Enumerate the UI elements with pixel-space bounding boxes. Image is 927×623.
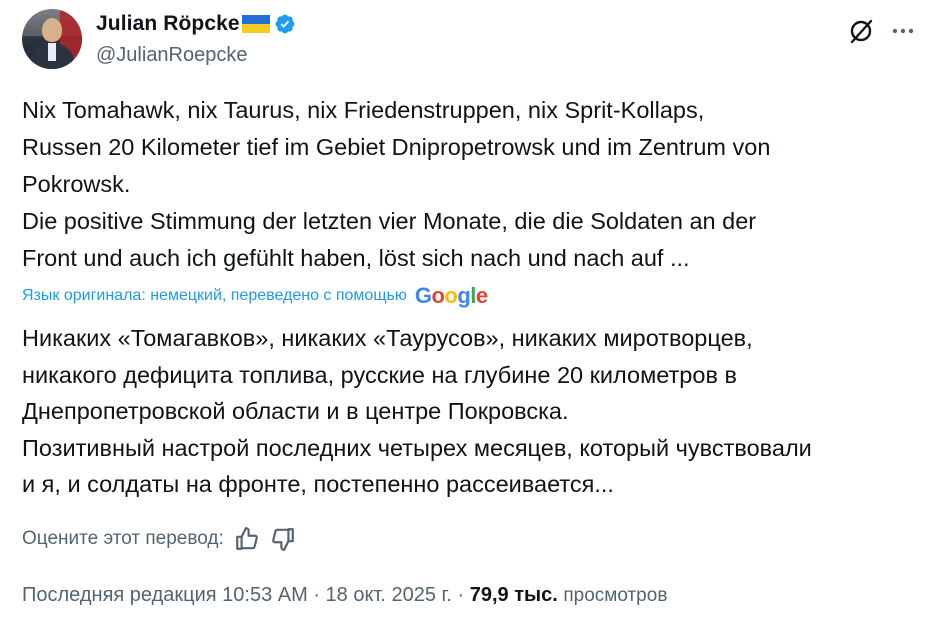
thumbs-down-icon[interactable] — [270, 526, 296, 552]
more-icon[interactable] — [886, 14, 920, 48]
translation-line: и я, и солдаты на фронте, постепенно рас… — [22, 471, 614, 497]
avatar-head — [42, 18, 62, 42]
avatar[interactable] — [22, 9, 82, 69]
translation-line: Позитивный настрой последних четырех мес… — [22, 434, 812, 461]
views-count: 79,9 тыс. — [469, 584, 558, 606]
rate-translation-label: Оцените этот перевод: — [22, 528, 224, 549]
tweet-meta: Последняя редакция 10:53 AM · 18 окт. 20… — [22, 584, 667, 607]
tweet-line: Nix Tomahawk, nix Taurus, nix Friedenstr… — [22, 97, 705, 123]
tweet-line: Front und auch ich gefühlt haben, löst s… — [22, 245, 690, 271]
translation-notice[interactable]: Язык оригинала: немецкий, переведено с п… — [22, 283, 488, 309]
tweet-line: Die positive Stimmung der letzten vier M… — [22, 208, 757, 234]
views-label: просмотров — [563, 585, 668, 606]
translation-line: никакого дефицита топлива, русские на гл… — [22, 361, 737, 388]
tweet-header: Julian Röpcke @JulianRoepcke — [22, 8, 927, 72]
ukraine-flag-icon — [241, 15, 270, 33]
avatar-shirt — [48, 43, 56, 61]
tweet-line: Russen 20 Kilometer tief im Gebiet Dnipr… — [22, 134, 771, 160]
grok-icon[interactable] — [844, 14, 878, 48]
display-name[interactable]: Julian Röpcke — [96, 12, 240, 36]
translated-text: Никаких «Томагавков», никаких «Таурусов»… — [22, 320, 912, 503]
edited-timestamp[interactable]: Последняя редакция 10:53 AM · 18 окт. 20… — [22, 584, 464, 606]
translation-notice-text: Язык оригинала: немецкий, переведено с п… — [22, 287, 407, 304]
verified-badge-icon[interactable] — [274, 13, 296, 35]
thumbs-up-icon[interactable] — [234, 526, 260, 552]
user-handle[interactable]: @JulianRoepcke — [96, 44, 248, 67]
google-logo: Google — [414, 283, 488, 308]
rate-translation: Оцените этот перевод: — [22, 526, 296, 552]
tweet-line: Pokrowsk. — [22, 171, 131, 197]
translation-line: Никаких «Томагавков», никаких «Таурусов»… — [22, 325, 753, 351]
tweet-text: Nix Tomahawk, nix Taurus, nix Friedenstr… — [22, 92, 912, 277]
name-row: Julian Röpcke — [96, 12, 296, 36]
translation-line: Днепропетровской области и в центре Покр… — [22, 398, 569, 424]
